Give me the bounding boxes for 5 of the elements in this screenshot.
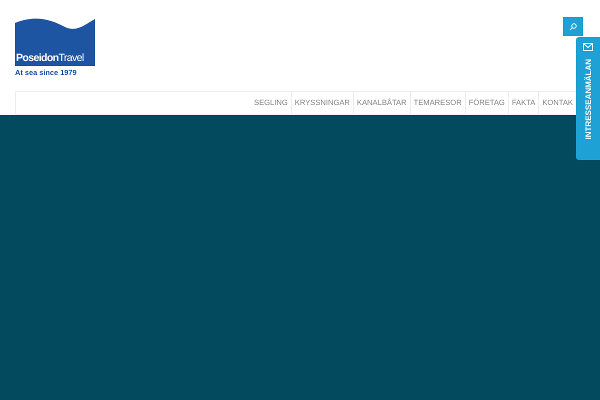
search-button[interactable]: [563, 17, 583, 36]
search-icon: [569, 22, 577, 30]
logo-name: PoseidonTravel: [15, 52, 84, 66]
side-tab[interactable]: INTRESSEANMÄLAN: [576, 37, 600, 160]
envelope-icon: [583, 43, 593, 51]
